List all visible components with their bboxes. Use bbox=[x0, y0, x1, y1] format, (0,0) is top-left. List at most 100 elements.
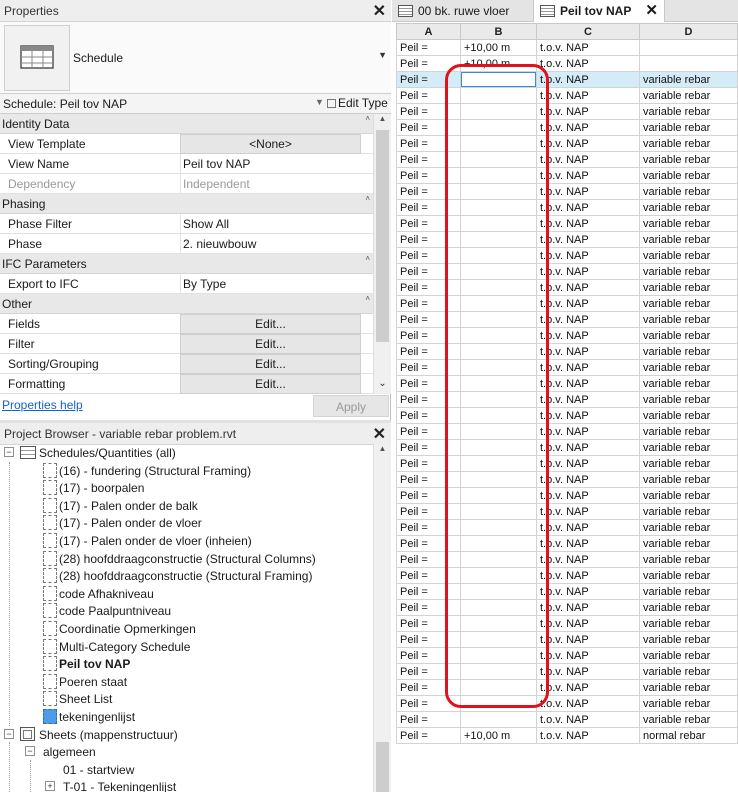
tree-item-17-palen-onder-de-balk[interactable]: (17) - Palen onder de balk bbox=[0, 497, 373, 515]
table-cell-c[interactable]: t.o.v. NAP bbox=[536, 663, 640, 680]
table-cell-d[interactable]: variable rebar bbox=[639, 167, 738, 184]
table-cell-b[interactable] bbox=[460, 487, 537, 504]
table-cell-b[interactable] bbox=[460, 199, 537, 216]
table-cell-c[interactable]: t.o.v. NAP bbox=[536, 295, 640, 312]
table-cell-b[interactable] bbox=[460, 503, 537, 520]
table-cell-a[interactable]: Peil = bbox=[396, 231, 461, 248]
property-value-export-to-ifc[interactable]: By Type bbox=[180, 274, 361, 294]
table-row[interactable]: Peil = t.o.v. NAP variable rebar bbox=[396, 327, 738, 344]
table-row[interactable]: Peil = t.o.v. NAP variable rebar bbox=[396, 695, 738, 712]
table-cell-a[interactable]: Peil = bbox=[396, 631, 461, 648]
table-cell-d[interactable]: variable rebar bbox=[639, 343, 738, 360]
table-cell-a[interactable]: Peil = bbox=[396, 119, 461, 136]
chevron-down-icon[interactable]: ▼ bbox=[315, 97, 324, 107]
table-row[interactable]: Peil = t.o.v. NAP variable rebar bbox=[396, 391, 738, 408]
table-row[interactable]: Peil = t.o.v. NAP variable rebar bbox=[396, 551, 738, 568]
table-cell-b[interactable] bbox=[460, 535, 537, 552]
table-cell-c[interactable]: t.o.v. NAP bbox=[536, 631, 640, 648]
table-cell-c[interactable]: t.o.v. NAP bbox=[536, 455, 640, 472]
table-cell-c[interactable]: t.o.v. NAP bbox=[536, 503, 640, 520]
table-row[interactable]: Peil = t.o.v. NAP variable rebar bbox=[396, 71, 738, 88]
table-row[interactable]: Peil = t.o.v. NAP variable rebar bbox=[396, 647, 738, 664]
tree-item-16-fundering-structural-framing[interactable]: (16) - fundering (Structural Framing) bbox=[0, 462, 373, 480]
table-cell-d[interactable]: variable rebar bbox=[639, 503, 738, 520]
table-cell-d[interactable]: variable rebar bbox=[639, 263, 738, 280]
table-cell-c[interactable]: t.o.v. NAP bbox=[536, 263, 640, 280]
table-cell-b[interactable] bbox=[460, 231, 537, 248]
table-cell-b[interactable] bbox=[460, 103, 537, 120]
table-cell-c[interactable]: t.o.v. NAP bbox=[536, 311, 640, 328]
table-row[interactable]: Peil = t.o.v. NAP variable rebar bbox=[396, 183, 738, 200]
table-cell-d[interactable]: variable rebar bbox=[639, 199, 738, 216]
table-cell-a[interactable]: Peil = bbox=[396, 215, 461, 232]
table-cell-b[interactable] bbox=[460, 295, 537, 312]
table-cell-c[interactable]: t.o.v. NAP bbox=[536, 615, 640, 632]
tab-peil-tov-nap[interactable]: Peil tov NAP ✕ bbox=[533, 0, 665, 22]
table-cell-b[interactable] bbox=[460, 247, 537, 264]
table-cell-b[interactable] bbox=[460, 183, 537, 200]
table-cell-d[interactable]: variable rebar bbox=[639, 599, 738, 616]
table-cell-c[interactable]: t.o.v. NAP bbox=[536, 695, 640, 712]
table-cell-a[interactable]: Peil = bbox=[396, 647, 461, 664]
table-cell-b[interactable] bbox=[460, 423, 537, 440]
tree-item-17-palen-onder-de-vloer-inheien[interactable]: (17) - Palen onder de vloer (inheien) bbox=[0, 532, 373, 550]
tree-item-peil-tov-nap[interactable]: Peil tov NAP bbox=[0, 655, 373, 673]
table-cell-b[interactable] bbox=[460, 71, 537, 88]
table-cell-a[interactable]: Peil = bbox=[396, 151, 461, 168]
apply-button[interactable]: Apply bbox=[313, 395, 389, 417]
properties-scrollbar[interactable]: ▲ ⌄ bbox=[373, 114, 391, 394]
table-cell-a[interactable]: Peil = bbox=[396, 103, 461, 120]
table-cell-d[interactable]: variable rebar bbox=[639, 247, 738, 264]
table-row[interactable]: Peil = t.o.v. NAP variable rebar bbox=[396, 535, 738, 552]
property-button-filter[interactable]: Edit... bbox=[180, 334, 361, 354]
table-cell-a[interactable]: Peil = bbox=[396, 167, 461, 184]
table-cell-c[interactable]: t.o.v. NAP bbox=[536, 183, 640, 200]
section-header-identity-data[interactable]: Identity Data ˄ bbox=[0, 114, 373, 134]
table-cell-b[interactable]: +10,00 m bbox=[460, 55, 537, 72]
table-cell-c[interactable]: t.o.v. NAP bbox=[536, 39, 640, 56]
table-cell-d[interactable]: variable rebar bbox=[639, 391, 738, 408]
table-row[interactable]: Peil = t.o.v. NAP variable rebar bbox=[396, 279, 738, 296]
scroll-thumb[interactable] bbox=[376, 742, 389, 792]
table-cell-d[interactable]: variable rebar bbox=[639, 151, 738, 168]
table-cell-c[interactable]: t.o.v. NAP bbox=[536, 583, 640, 600]
edit-type-button[interactable]: Edit Type bbox=[327, 96, 389, 112]
table-cell-b[interactable] bbox=[460, 455, 537, 472]
table-cell-c[interactable]: t.o.v. NAP bbox=[536, 535, 640, 552]
table-cell-c[interactable]: t.o.v. NAP bbox=[536, 487, 640, 504]
table-cell-a[interactable]: Peil = bbox=[396, 391, 461, 408]
tree-item-multi-category-schedule[interactable]: Multi-Category Schedule bbox=[0, 638, 373, 656]
table-cell-d[interactable]: variable rebar bbox=[639, 663, 738, 680]
table-cell-a[interactable]: Peil = bbox=[396, 327, 461, 344]
column-header-b[interactable]: B bbox=[460, 23, 537, 40]
table-row[interactable]: Peil = t.o.v. NAP variable rebar bbox=[396, 439, 738, 456]
tree-item-coordinatie-opmerkingen[interactable]: Coordinatie Opmerkingen bbox=[0, 620, 373, 638]
column-header-c[interactable]: C bbox=[536, 23, 640, 40]
property-button-view-template[interactable]: <None> bbox=[180, 134, 361, 154]
table-cell-c[interactable]: t.o.v. NAP bbox=[536, 279, 640, 296]
table-cell-b[interactable] bbox=[460, 599, 537, 616]
table-cell-d[interactable]: variable rebar bbox=[639, 231, 738, 248]
table-row[interactable]: Peil = t.o.v. NAP variable rebar bbox=[396, 247, 738, 264]
table-cell-d[interactable]: variable rebar bbox=[639, 119, 738, 136]
table-cell-d[interactable]: variable rebar bbox=[639, 455, 738, 472]
table-cell-b[interactable] bbox=[460, 167, 537, 184]
table-cell-b[interactable] bbox=[460, 343, 537, 360]
table-cell-a[interactable]: Peil = bbox=[396, 295, 461, 312]
table-cell-c[interactable]: t.o.v. NAP bbox=[536, 471, 640, 488]
table-row[interactable]: Peil = +10,00 m t.o.v. NAP bbox=[396, 55, 738, 72]
table-cell-a[interactable]: Peil = bbox=[396, 311, 461, 328]
table-cell-c[interactable]: t.o.v. NAP bbox=[536, 727, 640, 744]
tree-item-17-palen-onder-de-vloer[interactable]: (17) - Palen onder de vloer bbox=[0, 514, 373, 532]
table-cell-b[interactable] bbox=[460, 647, 537, 664]
tree-item-algemeen[interactable]: − algemeen bbox=[0, 743, 373, 761]
table-row[interactable]: Peil = t.o.v. NAP variable rebar bbox=[396, 87, 738, 104]
table-cell-c[interactable]: t.o.v. NAP bbox=[536, 103, 640, 120]
table-cell-d[interactable]: variable rebar bbox=[639, 487, 738, 504]
table-cell-c[interactable]: t.o.v. NAP bbox=[536, 199, 640, 216]
table-cell-c[interactable]: t.o.v. NAP bbox=[536, 519, 640, 536]
table-cell-d[interactable]: variable rebar bbox=[639, 551, 738, 568]
table-cell-c[interactable]: t.o.v. NAP bbox=[536, 599, 640, 616]
tab-00-bk-ruwe-vloer[interactable]: 00 bk. ruwe vloer bbox=[392, 0, 532, 22]
table-cell-d[interactable] bbox=[639, 55, 738, 72]
